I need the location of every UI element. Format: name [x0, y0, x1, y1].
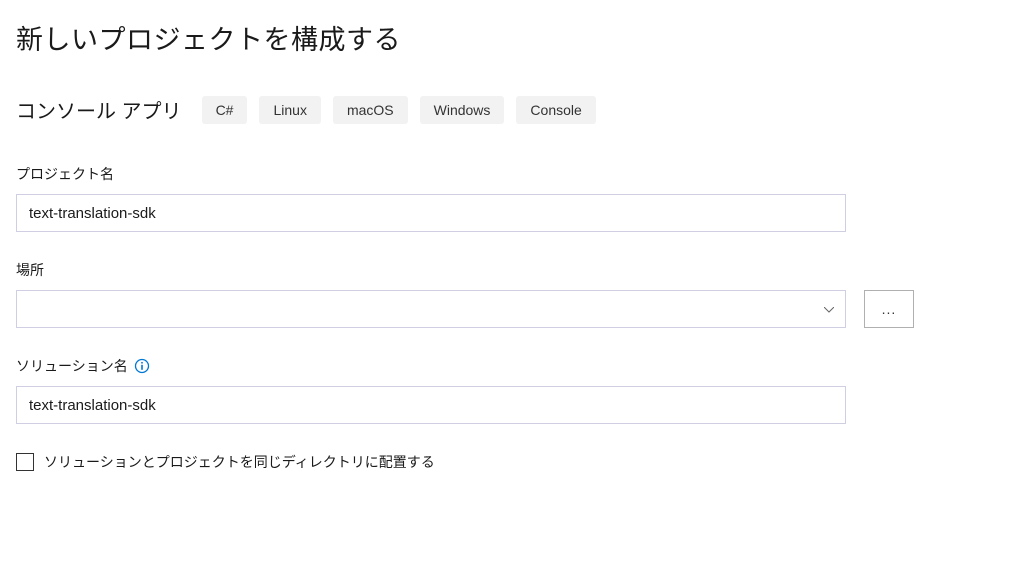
app-type-label: コンソール アプリ: [16, 95, 182, 124]
location-select-wrapper: [16, 290, 846, 328]
info-icon[interactable]: [134, 358, 150, 374]
location-label: 場所: [16, 260, 44, 280]
same-directory-label: ソリューションとプロジェクトを同じディレクトリに配置する: [44, 452, 435, 472]
same-directory-checkbox[interactable]: [16, 453, 34, 471]
solution-name-label: ソリューション名: [16, 356, 128, 376]
app-type-row: コンソール アプリ C# Linux macOS Windows Console: [16, 95, 1005, 124]
solution-name-input[interactable]: [16, 386, 846, 424]
tag-console: Console: [516, 96, 595, 124]
tag-windows: Windows: [420, 96, 505, 124]
solution-name-group: ソリューション名: [16, 356, 1005, 424]
same-directory-row: ソリューションとプロジェクトを同じディレクトリに配置する: [16, 452, 1005, 472]
tags-container: C# Linux macOS Windows Console: [202, 96, 596, 124]
tag-csharp: C#: [202, 96, 248, 124]
page-title: 新しいプロジェクトを構成する: [16, 18, 1005, 57]
project-name-input[interactable]: [16, 194, 846, 232]
browse-button[interactable]: ...: [864, 290, 914, 328]
tag-linux: Linux: [259, 96, 320, 124]
location-group: 場所 ...: [16, 260, 1005, 328]
tag-macos: macOS: [333, 96, 408, 124]
location-input[interactable]: [16, 290, 846, 328]
project-name-label: プロジェクト名: [16, 164, 114, 184]
project-name-group: プロジェクト名: [16, 164, 1005, 232]
